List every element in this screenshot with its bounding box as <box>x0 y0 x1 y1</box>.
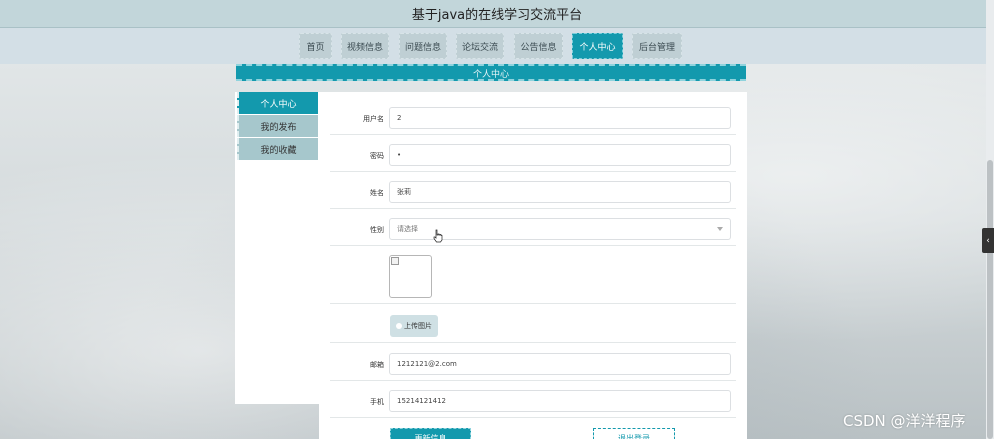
section-title: 个人中心 <box>472 70 509 80</box>
sidebar-item-profile[interactable]: 个人中心 <box>237 92 318 114</box>
section-banner: 个人中心 <box>236 64 746 81</box>
username-input[interactable]: 2 <box>389 107 731 129</box>
gender-label: 性别 <box>370 226 384 234</box>
update-info-button[interactable]: 更新信息 <box>390 428 471 439</box>
scrollbar-thumb[interactable] <box>987 160 993 439</box>
site-header: 基于java的在线学习交流平台 <box>0 0 994 28</box>
row-divider <box>330 342 736 343</box>
row-divider <box>330 171 736 172</box>
chevron-left-icon: ‹ <box>986 235 990 246</box>
email-label: 邮箱 <box>370 361 384 369</box>
row-divider <box>330 303 736 304</box>
phone-input[interactable]: 15214121412 <box>389 390 731 412</box>
upload-icon <box>396 323 402 329</box>
name-label: 姓名 <box>370 189 384 197</box>
watermark: CSDN @洋洋程序 <box>843 412 966 430</box>
phone-label: 手机 <box>370 398 384 406</box>
upload-label: 上传图片 <box>404 322 432 330</box>
collapse-panel-toggle[interactable]: ‹ <box>982 228 994 253</box>
nav-item-admin[interactable]: 后台管理 <box>632 33 682 59</box>
chevron-down-icon <box>717 227 723 231</box>
email-input[interactable]: 1212121@2.com <box>389 353 731 375</box>
password-label: 密码 <box>370 152 384 160</box>
hand-cursor-icon <box>433 229 443 243</box>
row-divider <box>330 134 736 135</box>
name-input[interactable]: 张莉 <box>389 181 731 203</box>
broken-image-icon <box>391 257 399 265</box>
row-divider <box>330 208 736 209</box>
row-divider <box>330 417 736 418</box>
main-nav: 首页 视频信息 问题信息 论坛交流 公告信息 个人中心 后台管理 <box>0 28 994 64</box>
nav-item-notices[interactable]: 公告信息 <box>514 33 563 59</box>
sidebar-item-my-posts[interactable]: 我的发布 <box>237 115 318 137</box>
username-label: 用户名 <box>363 115 384 123</box>
nav-item-forum[interactable]: 论坛交流 <box>456 33 504 59</box>
nav-item-home[interactable]: 首页 <box>299 33 332 59</box>
sidebar-item-my-favorites[interactable]: 我的收藏 <box>237 138 318 160</box>
upload-image-button[interactable]: 上传图片 <box>390 315 438 337</box>
row-divider <box>330 245 736 246</box>
nav-item-videos[interactable]: 视频信息 <box>341 33 389 59</box>
gender-placeholder: 请选择 <box>397 225 418 233</box>
profile-sidebar: 个人中心 我的发布 我的收藏 <box>235 92 319 404</box>
logout-button[interactable]: 退出登录 <box>593 428 675 439</box>
avatar-image <box>389 255 432 298</box>
nav-item-questions[interactable]: 问题信息 <box>399 33 447 59</box>
site-title: 基于java的在线学习交流平台 <box>411 8 583 23</box>
nav-item-profile[interactable]: 个人中心 <box>572 33 623 59</box>
row-divider <box>330 380 736 381</box>
password-input[interactable]: • <box>389 144 731 166</box>
